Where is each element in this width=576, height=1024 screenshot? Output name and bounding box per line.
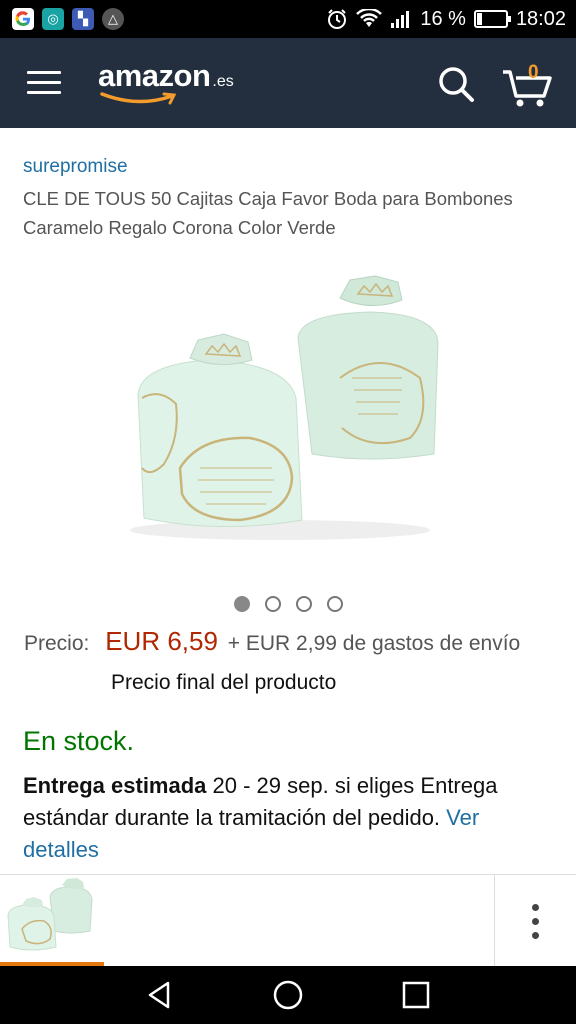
amazon-logo[interactable]: amazon .es (98, 58, 234, 105)
stock-status: En stock. (23, 726, 135, 756)
bottom-bar (0, 874, 576, 967)
notification-icons: ◎ ▚ △ (12, 8, 124, 30)
android-nav-bar (0, 966, 576, 1024)
product-title: CLE DE TOUS 50 Cajitas Caja Favor Boda p… (23, 188, 513, 238)
alarm-icon (328, 9, 347, 29)
shipping-cost: + EUR 2,99 de gastos de envío (227, 632, 521, 655)
battery-icon (473, 10, 511, 28)
price-row: Precio: EUR 6,59 + EUR 2,99 de gastos de… (24, 626, 520, 657)
carousel-dot[interactable] (327, 596, 343, 612)
delivery-label: Entrega estimada (23, 773, 207, 798)
cart-count: 0 (528, 62, 539, 83)
recents-icon[interactable] (400, 979, 432, 1011)
status-bar: ◎ ▚ △ 16 % 18:02 (0, 0, 576, 38)
search-icon[interactable] (436, 64, 476, 104)
cart-button[interactable]: 0 (500, 62, 556, 108)
wifi-icon (356, 9, 383, 27)
final-price-note: Precio final del producto (111, 671, 337, 694)
product-image[interactable] (120, 268, 460, 558)
delivery-estimate: Entrega estimada 20 - 29 sep. si eliges … (23, 770, 558, 866)
logo-tld: .es (212, 73, 234, 90)
google-icon (12, 8, 34, 30)
image-carousel-dots (234, 596, 343, 612)
carousel-dot[interactable] (234, 596, 250, 612)
system-status: 16 % 18:02 (326, 5, 566, 33)
menu-icon[interactable] (27, 71, 61, 95)
signal-icon (391, 11, 410, 28)
back-icon[interactable] (144, 979, 176, 1011)
brand-link[interactable]: surepromise (23, 156, 128, 178)
battery-percent: 16 % (420, 7, 466, 30)
price-label: Precio: (24, 632, 90, 655)
drive-icon: △ (102, 8, 124, 30)
app-icon: ◎ (42, 8, 64, 30)
app-header: amazon .es 0 (0, 38, 576, 128)
more-options-button[interactable] (494, 875, 576, 967)
price-value: EUR 6,59 (105, 626, 218, 656)
thumbnail-image (7, 878, 93, 951)
logo-text: amazon (98, 58, 211, 93)
logo-smile-icon (100, 92, 177, 105)
home-icon[interactable] (272, 979, 304, 1011)
product-thumbnail[interactable] (0, 875, 104, 967)
carousel-dot[interactable] (296, 596, 312, 612)
clock: 18:02 (515, 7, 566, 30)
carousel-dot[interactable] (265, 596, 281, 612)
photo-icon: ▚ (72, 8, 94, 30)
